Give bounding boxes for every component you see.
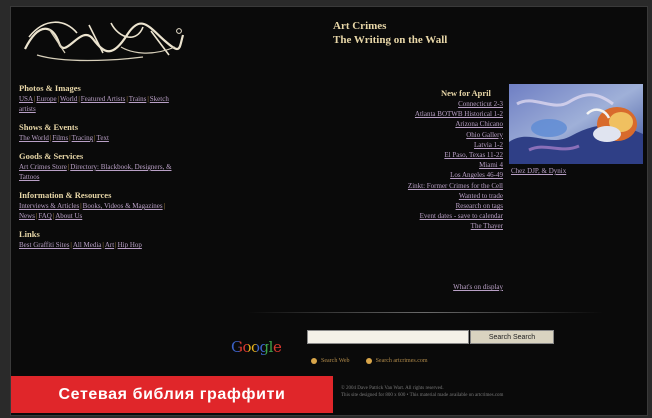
- section-links-block: Links Best Graffiti Sites|All Media|Art|…: [19, 229, 255, 250]
- link-artists[interactable]: artists: [19, 105, 36, 113]
- section-links: USA|Europe|World|Featured Artists|Trains…: [19, 95, 169, 113]
- link-sketch[interactable]: Sketch: [150, 95, 169, 103]
- divider: [247, 312, 603, 313]
- link-hip-hop[interactable]: Hip Hop: [118, 241, 142, 249]
- new-for-april-title: New for April: [441, 88, 491, 98]
- more-link[interactable]: What's on display: [453, 283, 503, 291]
- section-links: Interviews & Articles|Books, Videos & Ma…: [19, 202, 166, 220]
- new-item[interactable]: Atlanta BOTWB Historical 1-2: [408, 109, 503, 119]
- link-usa[interactable]: USA: [19, 95, 33, 103]
- search-scope-options: Search Web Search artcrimes.com: [311, 358, 428, 364]
- link-films[interactable]: Films: [52, 134, 68, 142]
- link-best-sites[interactable]: Best Graffiti Sites: [19, 241, 69, 249]
- radio-search-site[interactable]: [365, 358, 372, 364]
- new-item[interactable]: The Thayer: [408, 221, 503, 231]
- browser-content: Art Crimes The Writing on the Wall Photo…: [10, 6, 648, 416]
- link-news[interactable]: News: [19, 212, 35, 220]
- link-faq[interactable]: FAQ: [38, 212, 51, 220]
- google-logo-text: Google: [231, 338, 282, 356]
- section-title: Photos & Images: [19, 83, 81, 93]
- link-art[interactable]: Art: [105, 241, 114, 249]
- section-links: Art Crimes Store|Directory: Blackbook, D…: [19, 163, 172, 181]
- section-list: Photos & Images USA|Europe|World|Feature…: [19, 83, 255, 258]
- art-crimes-graffiti-logo[interactable]: [19, 13, 187, 65]
- link-directory[interactable]: Directory: Blackbook, Designers, &: [70, 163, 171, 171]
- site-title-line1: Art Crimes: [333, 20, 387, 32]
- footer-line1: © 2004 Dave Patrick Van Wart. All rights…: [341, 386, 444, 391]
- new-item[interactable]: Latvia 1-2: [408, 140, 503, 150]
- site-title: Art Crimes The Writing on the Wall: [333, 19, 447, 47]
- caption-overlay: Сетевая библия граффити: [11, 376, 333, 413]
- link-the-world[interactable]: The World: [19, 134, 49, 142]
- radio-search-web[interactable]: [311, 358, 317, 364]
- section-title: Information & Resources: [19, 190, 112, 200]
- new-item[interactable]: Event dates - save to calendar: [408, 211, 503, 221]
- section-photos-images: Photos & Images USA|Europe|World|Feature…: [19, 83, 255, 114]
- new-item[interactable]: Los Angeles 46-49: [408, 170, 503, 180]
- site-title-line2: The Writing on the Wall: [333, 34, 448, 46]
- feature-caption[interactable]: Chez DJP, & Dynix: [511, 167, 566, 175]
- link-tattoos[interactable]: Tattoos: [19, 173, 40, 181]
- link-about-us[interactable]: About Us: [55, 212, 82, 220]
- link-store[interactable]: Art Crimes Store: [19, 163, 67, 171]
- link-books-videos[interactable]: Books, Videos & Magazines: [83, 202, 163, 210]
- section-title: Links: [19, 229, 40, 239]
- new-item[interactable]: Connecticut 2-3: [408, 99, 503, 109]
- footer: © 2004 Dave Patrick Van Wart. All rights…: [341, 385, 503, 399]
- section-shows-events: Shows & Events The World|Films|Tracing|T…: [19, 122, 255, 143]
- section-title: Shows & Events: [19, 122, 79, 132]
- radio-label-site: Search artcrimes.com: [375, 358, 428, 364]
- radio-label-web: Search Web: [321, 358, 350, 364]
- new-item[interactable]: Wanted to trade: [408, 191, 503, 201]
- section-information-resources: Information & Resources Interviews & Art…: [19, 190, 255, 221]
- section-links: The World|Films|Tracing|Text: [19, 134, 109, 142]
- link-tracing[interactable]: Tracing: [72, 134, 94, 142]
- google-logo: Google: [231, 338, 282, 356]
- link-text[interactable]: Text: [97, 134, 109, 142]
- new-for-april-list: Connecticut 2-3 Atlanta BOTWB Historical…: [408, 99, 503, 232]
- section-goods-services: Goods & Services Art Crimes Store|Direct…: [19, 151, 255, 182]
- section-title: Goods & Services: [19, 151, 84, 161]
- link-featured-artists[interactable]: Featured Artists: [81, 95, 126, 103]
- new-item[interactable]: Ohio Gallery: [408, 130, 503, 140]
- new-item[interactable]: Miami 4: [408, 160, 503, 170]
- graffiti-artwork-image[interactable]: [509, 84, 643, 164]
- new-item[interactable]: El Paso, Texas 11-22: [408, 150, 503, 160]
- link-all-media[interactable]: All Media: [73, 241, 102, 249]
- link-europe[interactable]: Europe: [36, 95, 56, 103]
- footer-line2: This site designed for 800 x 600 • This …: [341, 393, 504, 398]
- new-item[interactable]: Research on tags: [408, 201, 503, 211]
- section-links: Best Graffiti Sites|All Media|Art|Hip Ho…: [19, 241, 142, 249]
- link-interviews[interactable]: Interviews & Articles: [19, 202, 79, 210]
- link-world[interactable]: World: [60, 95, 77, 103]
- link-trains[interactable]: Trains: [129, 95, 147, 103]
- new-item[interactable]: Zinkt: Former Crimes for the Cell: [408, 181, 503, 191]
- search-input[interactable]: [307, 330, 469, 344]
- new-item[interactable]: Arizona Chicano: [408, 119, 503, 129]
- search-button[interactable]: Search Search: [470, 330, 554, 344]
